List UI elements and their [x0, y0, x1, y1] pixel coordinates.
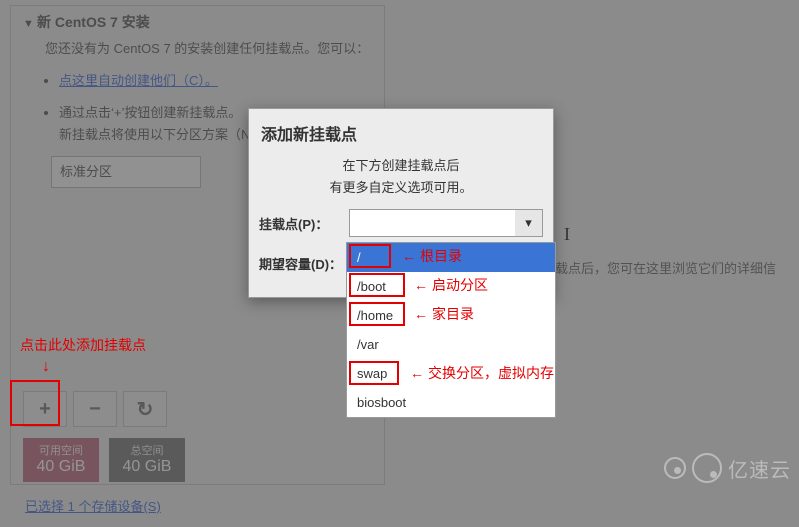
dialog-title: 添加新挂载点 [261, 121, 543, 145]
reload-button[interactable]: ↻ [123, 391, 167, 427]
right-hint-text: 载点后，您可在这里浏览它们的详细信 [555, 258, 776, 277]
scheme-line: 新挂载点将使用以下分区方案（N）： [59, 127, 270, 142]
anno-click-here: 点击此处添加挂载点 [20, 335, 146, 355]
anno-home: 家目录 [414, 304, 474, 324]
panel-title: 新 CentOS 7 安装 [23, 12, 372, 32]
watermark-text: 亿速云 [728, 454, 791, 483]
remove-mount-button[interactable]: − [73, 391, 117, 427]
partition-scheme-select[interactable]: 标准分区 [51, 156, 201, 188]
watermark: 亿速云 [664, 453, 791, 483]
mountpoint-input[interactable] [349, 209, 543, 237]
mountpoint-combo[interactable]: ▾ [349, 209, 543, 237]
anno-add-highlight [10, 380, 60, 426]
anno-boot: 启动分区 [414, 275, 488, 295]
watermark-circle-icon [692, 453, 722, 483]
option-var[interactable]: /var [347, 330, 555, 359]
option-biosboot[interactable]: biosboot [347, 388, 555, 417]
scheme-value: 标准分区 [60, 164, 112, 179]
chevron-down-icon: ▾ [525, 215, 532, 231]
watermark-circle-icon [664, 457, 686, 479]
anno-root: 根目录 [402, 246, 462, 266]
avail-value: 40 GiB [23, 458, 99, 476]
space-boxes: 可用空间 40 GiB 总空间 40 GiB [23, 438, 185, 482]
total-value: 40 GiB [109, 458, 185, 476]
mountpoint-label: 挂载点(P)： [259, 214, 349, 233]
mountpoint-dropdown: / /boot /home /var swap biosboot [346, 242, 556, 418]
manual-create-text: 通过点击‘+’按钮创建新挂载点。 [59, 105, 241, 120]
total-space: 总空间 40 GiB [109, 438, 185, 482]
total-label: 总空间 [109, 442, 185, 458]
panel-desc: 您还没有为 CentOS 7 的安装创建任何挂载点。您可以： [45, 38, 372, 60]
arrow-down-icon: ↓ [42, 358, 50, 376]
anno-swap: 交换分区，虚拟内存 [410, 363, 554, 383]
available-space: 可用空间 40 GiB [23, 438, 99, 482]
mountpoint-dropdown-button[interactable]: ▾ [515, 209, 543, 237]
auto-create-link[interactable]: 点这里自动创建他们（C）。 [59, 70, 218, 92]
mountpoint-row: 挂载点(P)： ▾ [259, 209, 543, 237]
storage-selected-link[interactable]: 已选择 1 个存储设备(S) [25, 496, 161, 515]
capacity-label: 期望容量(D)： [259, 254, 349, 273]
avail-label: 可用空间 [23, 442, 99, 458]
text-cursor-icon: I [564, 224, 570, 245]
dialog-subtitle: 在下方创建挂载点后 有更多自定义选项可用。 [259, 155, 543, 199]
